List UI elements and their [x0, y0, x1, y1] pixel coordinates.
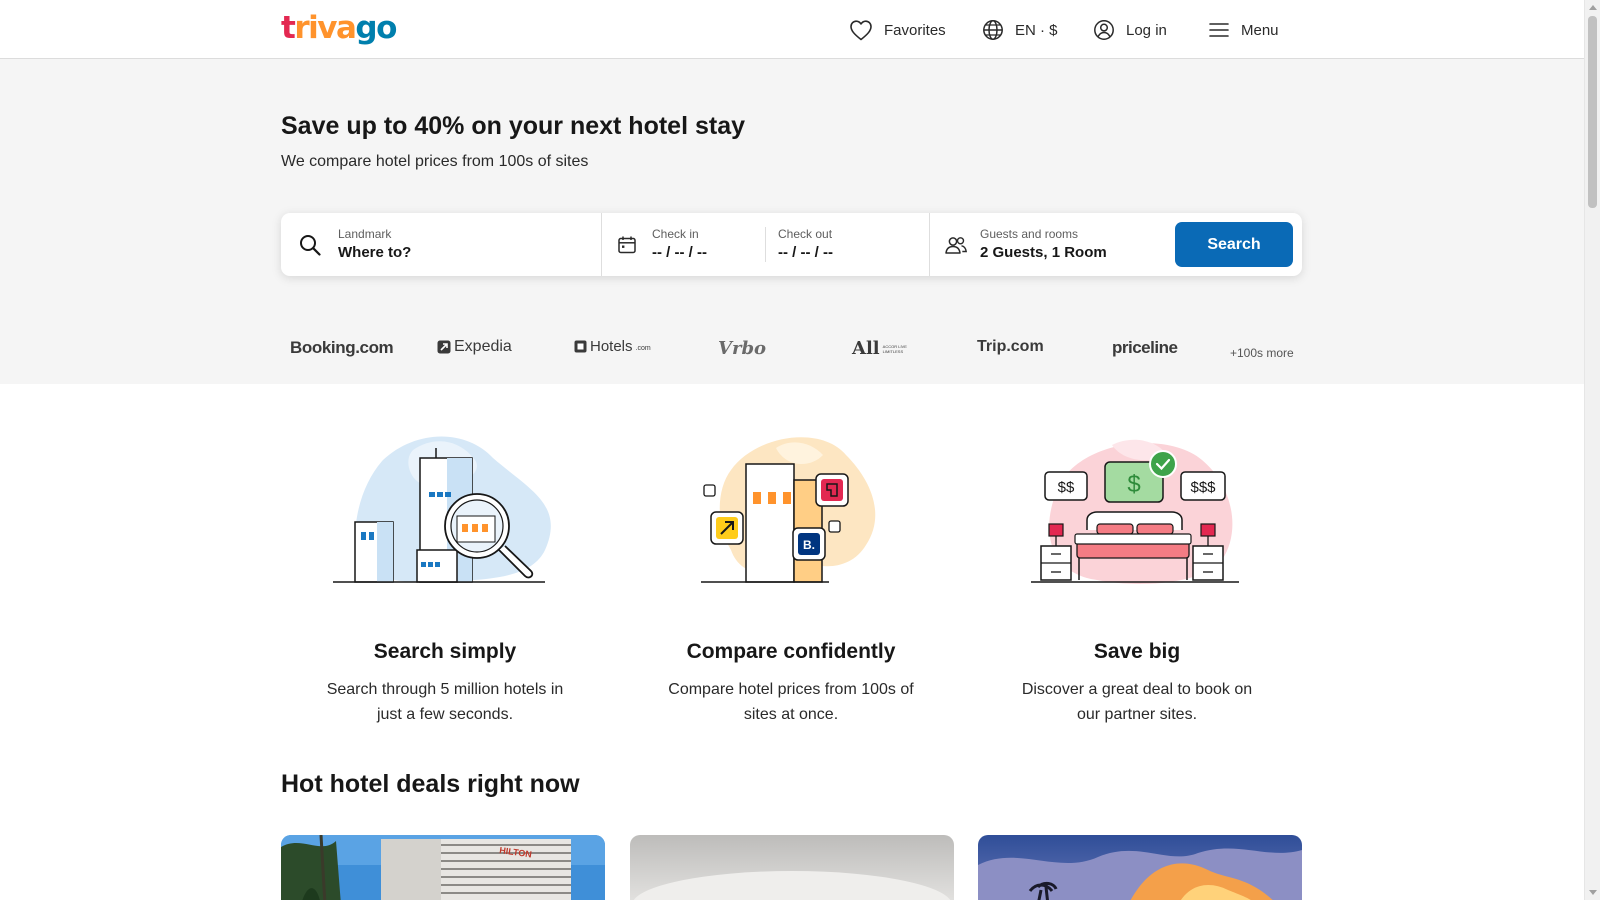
check-out-value: -- / -- / --: [778, 244, 833, 261]
feature-description: Compare hotel prices from 100s of sites a…: [668, 681, 914, 723]
partner-logo-hotels: Hotels .com: [574, 338, 651, 355]
expedia-mark-icon: [437, 340, 451, 354]
partner-logo-expedia: Expedia: [437, 338, 512, 356]
scroll-thumb[interactable]: [1588, 16, 1597, 208]
guests-rooms-field[interactable]: Guests and rooms 2 Guests, 1 Room: [930, 213, 1170, 276]
price-tag-low: $$: [1058, 479, 1075, 496]
deal-card[interactable]: [978, 835, 1302, 900]
trivago-logo[interactable]: trivago: [281, 10, 397, 46]
feature-title: Search simply: [373, 640, 517, 663]
language-currency-selector[interactable]: EN · $: [982, 14, 1058, 46]
scroll-down-arrow[interactable]: [1589, 890, 1597, 895]
search-button[interactable]: Search: [1175, 222, 1293, 267]
search-illustration: [333, 436, 551, 583]
partner-logo-priceline: priceline: [1112, 338, 1178, 357]
price-tag-high: $$$: [1190, 479, 1216, 496]
menu-button[interactable]: Menu: [1208, 14, 1279, 46]
price-tag-best: $: [1127, 471, 1140, 498]
menu-icon: [1209, 23, 1229, 37]
deal-card-image: [630, 835, 954, 900]
user-icon: [1094, 20, 1114, 40]
compare-illustration: B.: [701, 437, 876, 583]
search-bar: Landmark Where to? Check in -- / -- / --…: [281, 213, 1302, 276]
favorites-link[interactable]: Favorites: [849, 14, 946, 46]
guests-caption: Guests and rooms: [980, 227, 1079, 241]
partner-logo-vrbo: Vrbo: [718, 338, 767, 359]
deal-card-image: [978, 835, 1302, 900]
destination-field[interactable]: Landmark Where to?: [281, 213, 601, 276]
hotels-mark-icon: [574, 340, 587, 353]
guests-icon: [945, 237, 968, 254]
menu-label: Menu: [1241, 21, 1279, 39]
feature-description: Search through 5 million hotels in just a…: [326, 681, 564, 723]
guests-value: 2 Guests, 1 Room: [980, 244, 1107, 261]
partner-logos-strip: Booking.com Expedia Hotels .com Vrbo All A…: [0, 316, 1584, 384]
hero-title: Save up to 40% on your next hotel stay: [281, 112, 746, 140]
booking-badge-letter: B.: [803, 538, 815, 552]
hero-subtitle: We compare hotel prices from 100s of sit…: [281, 153, 589, 170]
partner-logo-booking: Booking.com: [290, 338, 394, 357]
destination-value: Where to?: [338, 244, 412, 261]
check-out-field[interactable]: Check out -- / -- / --: [766, 213, 926, 276]
check-in-field[interactable]: Check in -- / -- / --: [602, 213, 762, 276]
feature-title: Compare confidently: [686, 640, 896, 663]
page-scrollbar[interactable]: [1584, 0, 1600, 900]
login-button[interactable]: Log in: [1093, 14, 1167, 46]
search-icon: [300, 235, 321, 256]
partner-logo-accor: All ACCOR LIVE LIMITLESS: [852, 338, 907, 359]
deals-section-title: Hot hotel deals right now: [281, 770, 580, 798]
destination-caption: Landmark: [338, 227, 392, 241]
partners-more-label: +100s more: [1230, 346, 1294, 360]
heart-icon: [850, 20, 872, 41]
check-in-value: -- / -- / --: [652, 244, 707, 261]
check-out-caption: Check out: [778, 227, 833, 241]
calendar-icon: [618, 236, 636, 254]
partner-logo-trip: Trip.com: [977, 338, 1044, 355]
feature-description: Discover a great deal to book on our part…: [1021, 681, 1253, 723]
feature-search-simply: Search simply Search through 5 million h…: [285, 430, 605, 727]
deal-card-image: HILTON: [281, 835, 605, 900]
check-in-caption: Check in: [652, 227, 699, 241]
deal-card[interactable]: HILTON: [281, 835, 605, 900]
deal-card[interactable]: [630, 835, 954, 900]
feature-save-big: $$ $ $$$ Save big Discover a great deal …: [977, 430, 1297, 727]
login-label: Log in: [1126, 21, 1167, 39]
locale-label: EN · $: [1015, 21, 1058, 39]
globe-icon: [983, 20, 1003, 40]
save-illustration: $$ $ $$$: [1031, 439, 1239, 584]
feature-title: Save big: [1093, 640, 1181, 663]
feature-compare-confidently: B. Compare confidently Compare hotel pri…: [631, 430, 951, 727]
favorites-label: Favorites: [884, 21, 946, 39]
top-header: trivago Favorites EN · $ Log in Menu: [0, 0, 1584, 59]
scroll-up-arrow[interactable]: [1589, 5, 1597, 10]
